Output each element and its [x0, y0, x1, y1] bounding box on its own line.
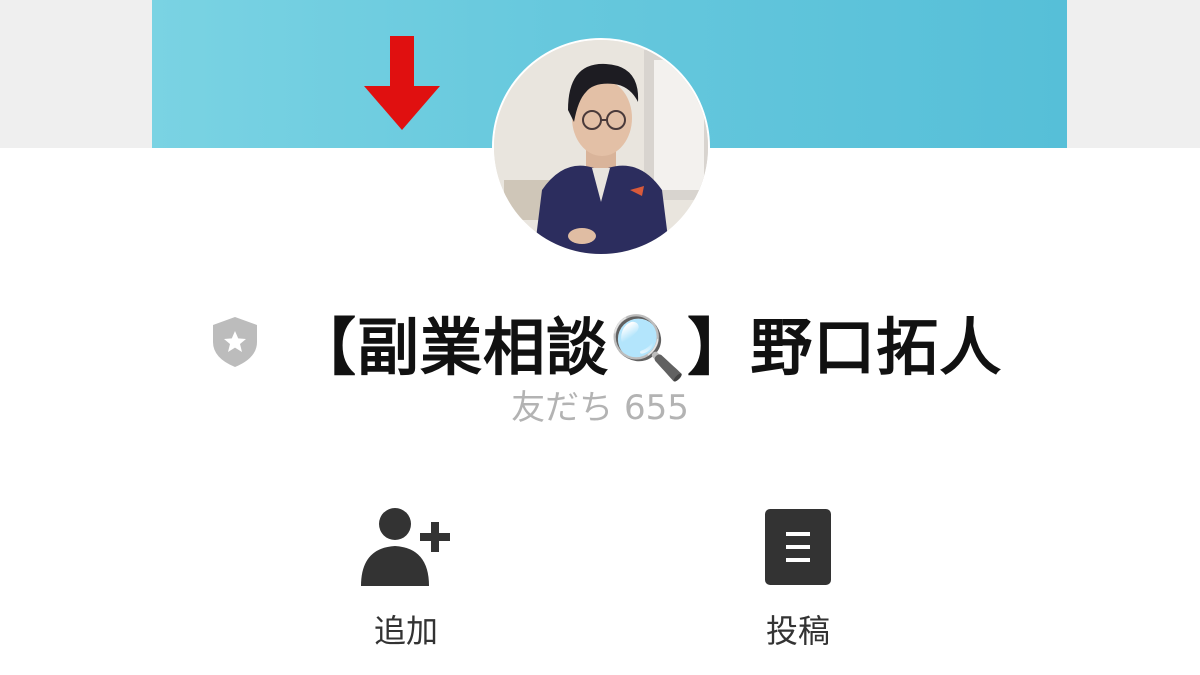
- name-row: 【副業相談🔍】野口拓人: [212, 302, 1002, 384]
- account-name: 【副業相談🔍】野口拓人: [294, 311, 1003, 384]
- posts-document-icon: [765, 509, 831, 585]
- add-friend-button[interactable]: 追加: [326, 506, 486, 652]
- down-arrow-icon: [364, 36, 440, 130]
- verified-shield-star-icon: [213, 317, 257, 367]
- add-friend-icon: [361, 508, 450, 586]
- friend-count: 友だち 655: [511, 388, 689, 428]
- posts-label: 投稿: [765, 612, 830, 650]
- avatar[interactable]: [492, 38, 710, 256]
- posts-button[interactable]: 投稿: [718, 506, 878, 652]
- profile-photo: [494, 40, 708, 254]
- add-friend-label: 追加: [373, 612, 438, 650]
